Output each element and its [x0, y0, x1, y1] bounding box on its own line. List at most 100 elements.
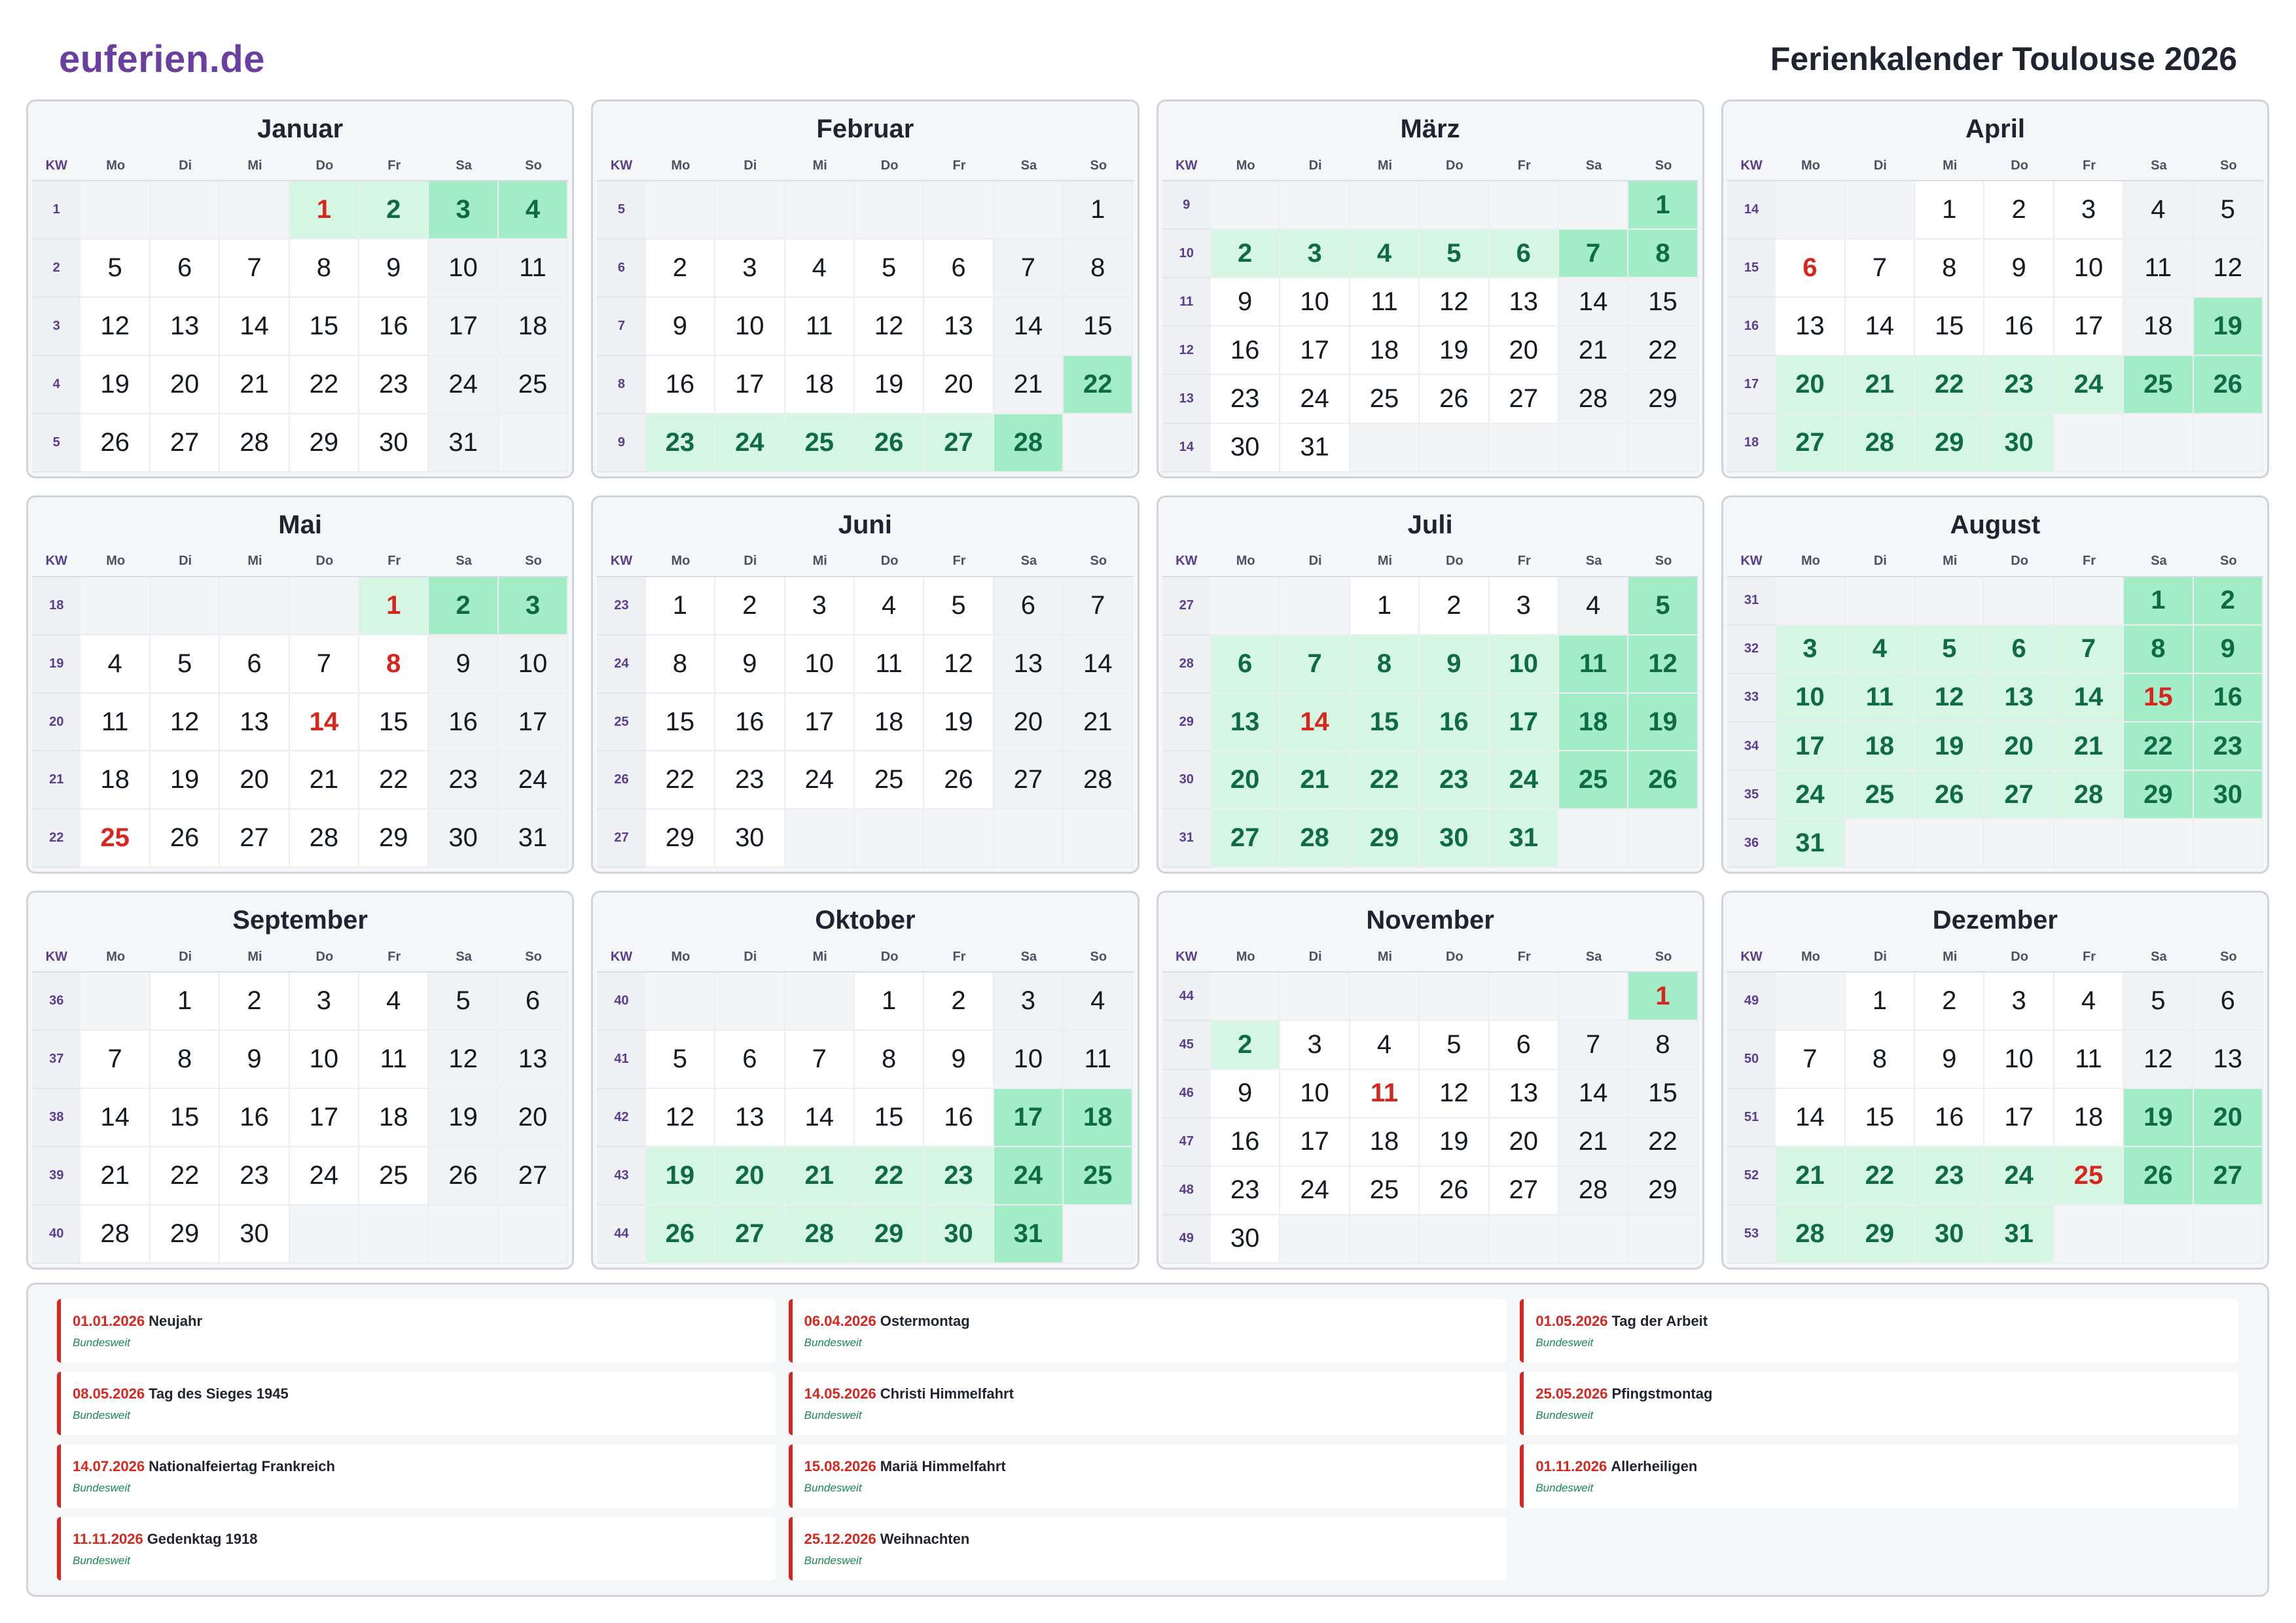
day-cell: 25 [785, 414, 855, 473]
day-cell: 16 [1984, 297, 2054, 356]
day-cell: 29 [289, 414, 360, 473]
day-cell: 23 [645, 414, 716, 473]
week-number: 2 [32, 239, 81, 298]
day-cell: 21 [1558, 1118, 1629, 1167]
day-cell: 16 [715, 693, 785, 752]
empty-day-cell [2193, 1205, 2263, 1264]
day-cell: 6 [1489, 230, 1559, 279]
day-cell: 10 [498, 635, 569, 694]
kw-header: KW [45, 158, 67, 173]
day-cell: 27 [1489, 375, 1559, 424]
brand-logo-text[interactable]: euferien.de [59, 37, 265, 81]
day-cell: 3 [289, 972, 360, 1031]
weekday-header-row: KW Mo Di Mi Do Fr Sa So [32, 942, 569, 973]
week-row: 49 1 2 3 4 5 6 [1727, 972, 2263, 1031]
day-cell: 22 [1064, 355, 1134, 414]
day-cell: 23 [220, 1147, 290, 1206]
day-cell: 28 [994, 414, 1064, 473]
week-number: 9 [1162, 181, 1211, 230]
day-cell: 22 [2124, 722, 2194, 772]
day-cell: 2 [429, 577, 499, 635]
page-header: euferien.de Ferienkalender Toulouse 2026 [59, 33, 2237, 85]
holiday-name: Tag der Arbeit [1611, 1312, 1708, 1329]
weekday-label: Di [1308, 158, 1322, 173]
day-cell: 20 [1210, 751, 1281, 810]
month-calendar: Juni KW Mo Di Mi Do Fr Sa So 23 1 2 3 4 5 6 7 24 8 9 10 11 12 1… [591, 495, 1139, 874]
week-number: 5 [597, 181, 646, 240]
day-cell: 10 [1489, 635, 1559, 694]
weekday-header-row: KW Mo Di Mi Do Fr Sa So [1727, 151, 2263, 181]
day-cell: 27 [715, 1205, 785, 1264]
week-number: 33 [1727, 673, 1776, 722]
weekday-label: Do [315, 554, 334, 569]
day-cell: 3 [429, 181, 499, 240]
kw-header: KW [610, 158, 633, 173]
empty-day-cell [2054, 577, 2125, 626]
empty-day-cell [1280, 1215, 1350, 1264]
week-row: 19 4 5 6 7 8 9 10 [32, 635, 569, 694]
week-row: 53 28 29 30 31 [1727, 1205, 2263, 1264]
day-cell: 24 [1489, 751, 1559, 810]
day-cell: 12 [1628, 635, 1698, 694]
weekday-label: Fr [2083, 949, 2096, 964]
day-cell: 11 [1558, 635, 1629, 694]
month-title: Mai [278, 510, 322, 539]
day-cell: 10 [785, 635, 855, 694]
day-cell: 18 [2124, 297, 2194, 356]
day-cell: 14 [2054, 673, 2125, 722]
empty-day-cell [81, 577, 151, 635]
day-cell: 27 [924, 414, 994, 473]
empty-day-cell [854, 181, 925, 240]
day-cell: 27 [1489, 1166, 1559, 1215]
weekday-label: Mo [1236, 158, 1255, 173]
weekday-label: Di [1308, 949, 1322, 964]
kw-header: KW [1740, 949, 1763, 964]
day-cell: 22 [1628, 1118, 1698, 1167]
holiday-scope: Bundesweit [73, 1481, 130, 1494]
week-row: 34 17 18 19 20 21 22 23 [1727, 722, 2263, 772]
weekday-label: Do [880, 158, 899, 173]
day-cell: 7 [1845, 239, 1916, 298]
empty-day-cell [1489, 972, 1559, 1022]
month-title: Juni [838, 510, 892, 539]
week-row: 24 8 9 10 11 12 13 14 [597, 635, 1134, 694]
empty-day-cell [81, 181, 151, 240]
week-row: 22 25 26 27 28 29 30 31 [32, 810, 569, 868]
day-cell: 5 [854, 239, 925, 298]
empty-day-cell [1280, 181, 1350, 230]
day-cell: 30 [1210, 423, 1281, 473]
holiday-date: 08.05.2026 [73, 1385, 145, 1402]
week-row: 12 16 17 18 19 20 21 22 [1162, 327, 1698, 376]
day-cell: 3 [994, 972, 1064, 1031]
day-cell: 14 [289, 693, 360, 752]
day-cell: 21 [289, 751, 360, 810]
week-number: 38 [32, 1089, 81, 1148]
day-cell: 15 [1628, 278, 1698, 327]
day-cell: 15 [1064, 297, 1134, 356]
day-cell: 31 [1489, 810, 1559, 868]
day-cell: 4 [1350, 1021, 1420, 1070]
day-cell: 2 [1915, 972, 1985, 1031]
kw-header: KW [1740, 554, 1763, 569]
weekday-header-row: KW Mo Di Mi Do Fr Sa So [1162, 151, 1698, 181]
holiday-scope: Bundesweit [1535, 1336, 1594, 1349]
day-cell: 5 [1420, 1021, 1490, 1070]
day-cell: 16 [2193, 673, 2263, 722]
day-cell: 29 [1915, 414, 1985, 473]
empty-day-cell [1776, 181, 1846, 240]
week-number: 7 [597, 297, 646, 356]
day-cell: 24 [498, 751, 569, 810]
week-number: 42 [597, 1089, 646, 1148]
week-number: 11 [1162, 278, 1211, 327]
holiday-legend-item: 15.08.2026 Mariä Himmelfahrt Bundesweit [788, 1444, 1507, 1508]
weekday-label: Sa [456, 949, 472, 964]
day-cell: 23 [924, 1147, 994, 1206]
day-cell: 16 [1915, 1089, 1985, 1148]
day-cell: 25 [1350, 1166, 1420, 1215]
day-cell: 7 [1558, 1021, 1629, 1070]
day-cell: 8 [150, 1031, 221, 1090]
day-cell: 20 [498, 1089, 569, 1148]
month-title: Juli [1407, 510, 1453, 539]
weeks-body: 1 1 2 3 4 2 5 6 7 8 9 10 11 3 12 13 14 15 16 17 18 4 19 20 21 22 2… [32, 181, 569, 473]
day-cell: 15 [1628, 1069, 1698, 1118]
